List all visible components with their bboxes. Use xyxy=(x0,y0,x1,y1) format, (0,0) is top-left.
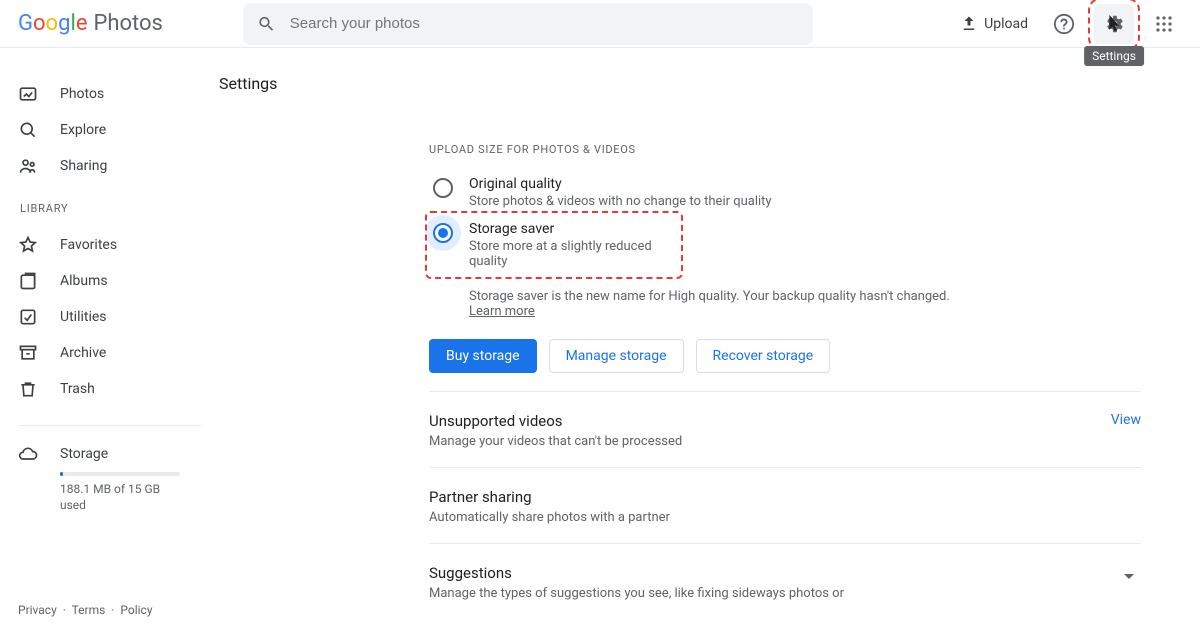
sidebar-item-sharing[interactable]: Sharing xyxy=(18,148,205,184)
section-subtitle: Automatically share photos with a partne… xyxy=(429,510,1141,525)
albums-icon xyxy=(18,271,38,291)
apps-icon xyxy=(1155,15,1173,33)
option-storage-saver[interactable]: Storage saver Store more at a slightly r… xyxy=(429,215,679,275)
sidebar-item-label: Favorites xyxy=(60,237,117,253)
storage-usage-text: 188.1 MB of 15 GB used xyxy=(60,482,180,513)
sidebar-item-utilities[interactable]: Utilities xyxy=(18,299,205,335)
footer-terms[interactable]: Terms xyxy=(72,603,106,617)
search-icon xyxy=(18,120,38,140)
view-link[interactable]: View xyxy=(1111,412,1141,428)
page-title: Settings xyxy=(219,74,1200,93)
option-subtitle: Store more at a slightly reduced quality xyxy=(469,239,675,269)
section-upload-size: UPLOAD SIZE FOR PHOTOS & VIDEOS Original… xyxy=(429,109,1141,391)
storage-progress-bar xyxy=(60,472,180,476)
storage-saver-note: Storage saver is the new name for High q… xyxy=(469,289,1141,319)
settings-button[interactable]: Settings xyxy=(1094,4,1134,44)
sharing-icon xyxy=(18,156,38,176)
footer-policy[interactable]: Policy xyxy=(120,603,152,617)
sidebar-item-label: Sharing xyxy=(60,158,107,174)
cloud-icon xyxy=(18,444,38,464)
sidebar-item-label: Albums xyxy=(60,273,108,289)
section-title: Partner sharing xyxy=(429,488,1141,506)
section-label: UPLOAD SIZE FOR PHOTOS & VIDEOS xyxy=(429,143,1141,156)
sidebar-item-storage[interactable]: Storage xyxy=(18,444,205,464)
sidebar-item-label: Trash xyxy=(60,381,95,397)
main-content: Settings UPLOAD SIZE FOR PHOTOS & VIDEOS… xyxy=(205,48,1200,625)
search-input[interactable] xyxy=(288,14,799,33)
section-title: Suggestions xyxy=(429,564,844,582)
learn-more-link[interactable]: Learn more xyxy=(469,304,535,319)
sidebar-item-albums[interactable]: Albums xyxy=(18,263,205,299)
upload-button[interactable]: Upload xyxy=(954,11,1034,37)
product-name: Photos xyxy=(93,11,162,36)
library-header: LIBRARY xyxy=(20,202,205,215)
sidebar-item-label: Photos xyxy=(60,86,104,102)
radio-unchecked-icon[interactable] xyxy=(433,178,453,198)
sidebar-item-archive[interactable]: Archive xyxy=(18,335,205,371)
recover-storage-button[interactable]: Recover storage xyxy=(696,339,831,373)
option-subtitle: Store photos & videos with no change to … xyxy=(469,194,772,209)
star-icon xyxy=(18,235,38,255)
upload-icon xyxy=(960,15,978,33)
sidebar-item-label: Utilities xyxy=(60,309,107,325)
utilities-icon xyxy=(18,307,38,327)
google-apps-button[interactable] xyxy=(1144,4,1184,44)
gear-icon xyxy=(1103,13,1125,35)
sidebar-item-label: Explore xyxy=(60,122,106,138)
sidebar-item-explore[interactable]: Explore xyxy=(18,112,205,148)
manage-storage-button[interactable]: Manage storage xyxy=(549,339,684,373)
help-icon xyxy=(1053,13,1075,35)
help-button[interactable] xyxy=(1044,4,1084,44)
sidebar-item-trash[interactable]: Trash xyxy=(18,371,205,407)
section-unsupported-videos: Unsupported videos Manage your videos th… xyxy=(429,391,1141,467)
app-header: Google Photos Upload Settings xyxy=(0,0,1200,48)
footer-links: Privacy · Terms · Policy xyxy=(18,603,205,617)
sidebar: Photos Explore Sharing LIBRARY Favorites… xyxy=(0,48,205,625)
sidebar-item-favorites[interactable]: Favorites xyxy=(18,227,205,263)
footer-privacy[interactable]: Privacy xyxy=(18,603,57,617)
settings-tooltip: Settings xyxy=(1084,46,1144,66)
chevron-down-icon[interactable] xyxy=(1117,564,1141,588)
sidebar-item-label: Archive xyxy=(60,345,106,361)
option-title: Original quality xyxy=(469,176,772,192)
sidebar-item-label: Storage xyxy=(60,446,108,462)
section-subtitle: Manage your videos that can't be process… xyxy=(429,434,682,449)
buy-storage-button[interactable]: Buy storage xyxy=(429,339,537,373)
archive-icon xyxy=(18,343,38,363)
section-subtitle: Manage the types of suggestions you see,… xyxy=(429,586,844,601)
option-original-quality[interactable]: Original quality Store photos & videos w… xyxy=(429,170,1141,215)
search-icon xyxy=(257,14,276,34)
search-box[interactable] xyxy=(243,3,813,45)
logo[interactable]: Google Photos xyxy=(18,11,163,36)
photos-icon xyxy=(18,84,38,104)
sidebar-item-photos[interactable]: Photos xyxy=(18,76,205,112)
option-title: Storage saver xyxy=(469,221,675,237)
section-title: Unsupported videos xyxy=(429,412,682,430)
trash-icon xyxy=(18,379,38,399)
radio-checked-icon[interactable] xyxy=(433,223,453,243)
section-partner-sharing: Partner sharing Automatically share phot… xyxy=(429,467,1141,543)
section-suggestions[interactable]: Suggestions Manage the types of suggesti… xyxy=(429,543,1141,619)
